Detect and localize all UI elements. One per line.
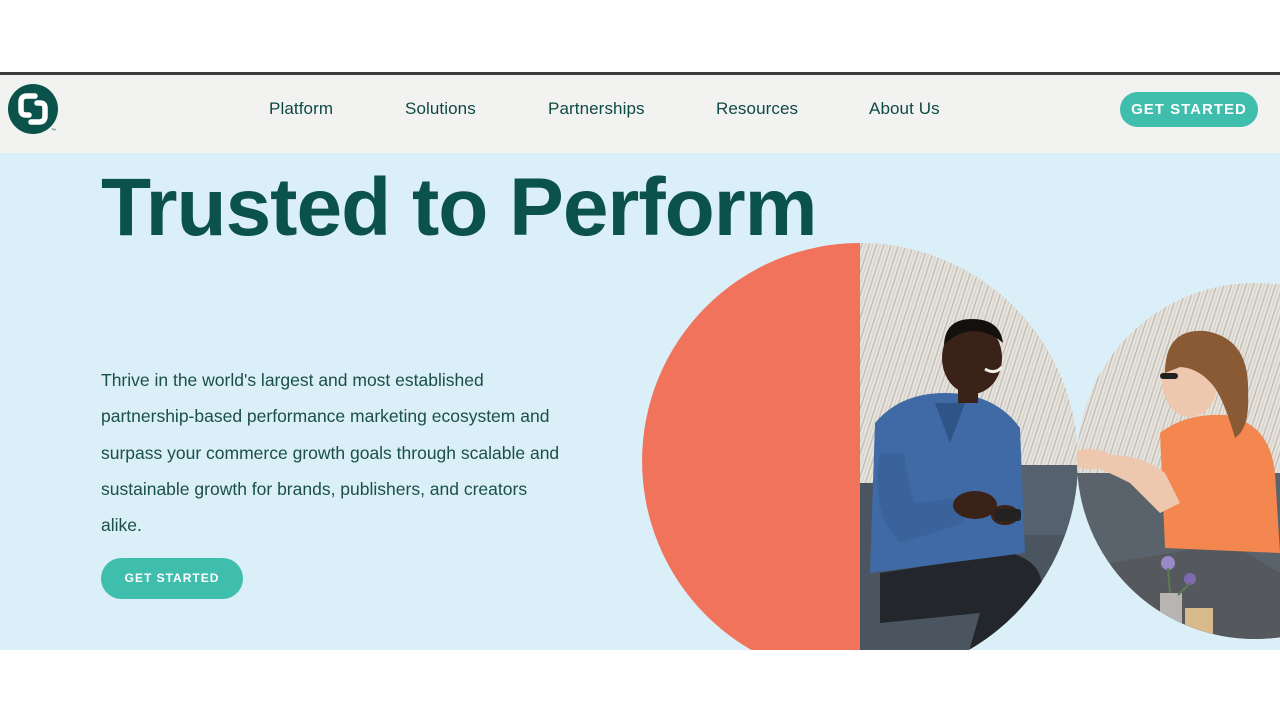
man-photo <box>860 243 1078 650</box>
get-started-nav-button[interactable]: GET STARTED <box>1120 92 1258 127</box>
nav-platform[interactable]: Platform <box>269 99 333 119</box>
navbar: ™ Platform Solutions Partnerships Resour… <box>0 75 1280 153</box>
coral-half-circle <box>642 243 860 650</box>
hero-section: Trusted to Perform Thrive in the world's… <box>0 153 1280 650</box>
woman-photo <box>1077 283 1280 639</box>
people-conversation-photo-icon <box>642 243 1280 650</box>
nav-resources[interactable]: Resources <box>716 99 798 119</box>
cj-logo-icon[interactable] <box>8 84 58 134</box>
nav-partnerships[interactable]: Partnerships <box>548 99 645 119</box>
trademark-mark: ™ <box>51 128 56 134</box>
nav-solutions[interactable]: Solutions <box>405 99 476 119</box>
nav-about-us[interactable]: About Us <box>869 99 940 119</box>
